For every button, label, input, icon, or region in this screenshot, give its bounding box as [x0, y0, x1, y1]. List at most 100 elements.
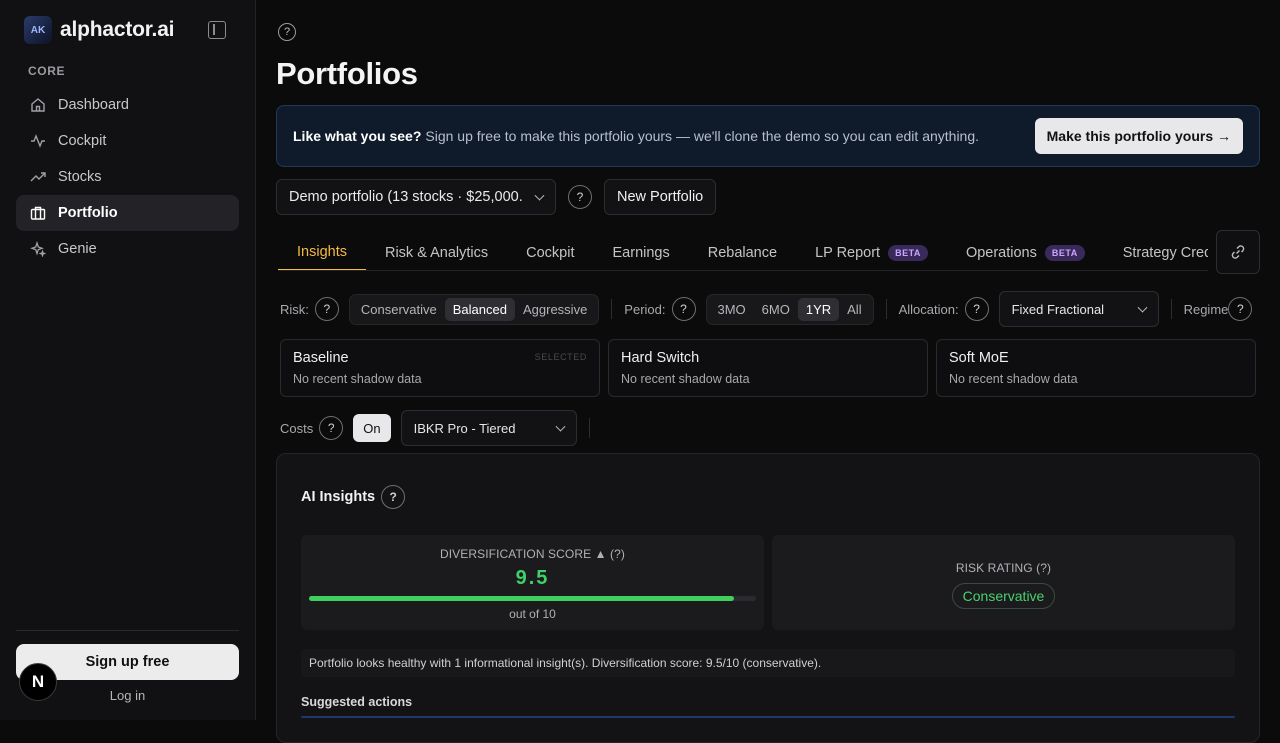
chevron-down-icon [534, 190, 545, 201]
period-option-1yr[interactable]: 1YR [797, 297, 840, 321]
ai-insights-panel: AI Insights ? DIVERSIFICATION SCORE ▲ (?… [276, 453, 1260, 743]
brand[interactable]: AK alphactor.ai [24, 16, 175, 44]
risk-rating-badge: Conservative [951, 583, 1056, 609]
sidebar: AK alphactor.ai CORE Dashboard Cockpit S… [0, 0, 256, 720]
sidebar-divider [16, 630, 239, 631]
portfolio-select[interactable]: Demo portfolio (13 stocks · $25,000. [276, 179, 556, 215]
regime-help-icon[interactable]: ? [1228, 297, 1253, 321]
portfolio-help-icon[interactable]: ? [568, 185, 592, 209]
divider [611, 299, 613, 319]
broker-select[interactable]: IBKR Pro - Tiered [400, 410, 577, 446]
insights-summary: Portfolio looks healthy with 1 informati… [301, 649, 1235, 677]
ai-insights-title: AI Insights [301, 489, 376, 505]
costs-help-icon[interactable]: ? [319, 416, 344, 440]
signup-banner: Like what you see? Sign up free to make … [276, 105, 1260, 167]
home-icon [30, 97, 46, 113]
diversification-score-value: 9.5 [515, 567, 550, 589]
sidebar-item-label: Stocks [58, 169, 102, 185]
main-content: ? Portfolios Like what you see? Sign up … [256, 0, 1280, 743]
period-option-6mo[interactable]: 6MO [754, 298, 798, 321]
copy-link-button[interactable] [1216, 230, 1260, 274]
strategy-card-baseline[interactable]: Baseline No recent shadow data SELECTED [280, 339, 600, 397]
sidebar-item-cockpit[interactable]: Cockpit [16, 123, 239, 159]
period-option-3mo[interactable]: 3MO [710, 298, 754, 321]
strategy-card-hard-switch[interactable]: Hard Switch No recent shadow data [608, 339, 928, 397]
insights-help-icon[interactable]: ? [381, 485, 406, 509]
risk-rating-label: RISK RATING (?) [955, 561, 1052, 575]
tab-label: Cockpit [526, 245, 575, 261]
trending-up-icon [30, 169, 46, 185]
sidebar-item-genie[interactable]: Genie [16, 231, 239, 267]
risk-segmented-control: Conservative Balanced Aggressive [348, 293, 600, 325]
card-subtitle: No recent shadow data [949, 372, 1078, 386]
suggested-actions-heading: Suggested actions [301, 695, 413, 709]
suggested-actions-divider [301, 716, 1235, 718]
chevron-down-icon [1137, 302, 1148, 313]
tab-earnings[interactable]: Earnings [594, 235, 689, 270]
risk-label: Risk: [280, 301, 309, 317]
divider [1170, 299, 1172, 319]
sidebar-item-label: Dashboard [58, 97, 129, 113]
tab-label: Risk & Analytics [384, 245, 489, 261]
diversification-score-label: DIVERSIFICATION SCORE ▲ (?) [439, 547, 626, 561]
sparkles-icon [30, 241, 46, 257]
new-portfolio-button[interactable]: New Portfolio [604, 179, 717, 215]
banner-text: Sign up free to make this portfolio your… [425, 128, 980, 144]
beta-badge: BETA [1044, 245, 1085, 261]
tab-operations[interactable]: Operations BETA [947, 235, 1104, 270]
tab-rebalance[interactable]: Rebalance [689, 235, 796, 270]
tab-risk-analytics[interactable]: Risk & Analytics [366, 235, 507, 270]
period-option-all[interactable]: All [839, 298, 869, 321]
controls-bar: Risk: ? Conservative Balanced Aggressive… [280, 291, 1260, 327]
risk-option-aggressive[interactable]: Aggressive [515, 298, 595, 321]
sidebar-item-label: Portfolio [58, 205, 118, 221]
selected-tag: SELECTED [534, 352, 587, 362]
help-icon[interactable]: ? [278, 23, 296, 41]
collapse-sidebar-icon[interactable] [208, 21, 226, 39]
tab-label: Insights [297, 244, 347, 260]
period-label: Period: [624, 301, 666, 317]
sidebar-item-portfolio[interactable]: Portfolio [16, 195, 239, 231]
risk-rating-card: RISK RATING (?) Conservative [772, 535, 1235, 630]
allocation-help-icon[interactable]: ? [964, 297, 989, 321]
period-segmented-control: 3MO 6MO 1YR All [705, 293, 874, 325]
tab-label: Operations [965, 245, 1037, 261]
risk-help-icon[interactable]: ? [314, 297, 339, 321]
tab-label: Strategy Credi [1122, 245, 1208, 261]
card-title: Soft MoE [949, 350, 1009, 366]
brand-name: alphactor.ai [60, 18, 175, 41]
broker-select-value: IBKR Pro - Tiered [413, 420, 516, 436]
strategy-card-soft-moe[interactable]: Soft MoE No recent shadow data [936, 339, 1256, 397]
risk-option-balanced[interactable]: Balanced [444, 297, 515, 321]
sidebar-item-stocks[interactable]: Stocks [16, 159, 239, 195]
diversification-score-bar-fill [309, 596, 734, 601]
nextjs-badge[interactable]: N [19, 663, 57, 701]
tab-strategy-credit[interactable]: Strategy Credi [1104, 235, 1208, 270]
diversification-score-bar [309, 596, 756, 601]
tab-label: LP Report [815, 245, 881, 261]
sidebar-item-label: Cockpit [58, 133, 107, 149]
tab-insights[interactable]: Insights [278, 235, 366, 270]
tab-cockpit[interactable]: Cockpit [507, 235, 593, 270]
regime-label: Regime [1183, 301, 1229, 317]
page-title: Portfolios [276, 56, 418, 91]
tab-lp-report[interactable]: LP Report BETA [796, 235, 947, 270]
costs-bar: Costs ? On IBKR Pro - Tiered [280, 410, 602, 446]
allocation-select-value: Fixed Fractional [1011, 301, 1105, 317]
period-help-icon[interactable]: ? [671, 297, 696, 321]
sidebar-item-dashboard[interactable]: Dashboard [16, 87, 239, 123]
costs-toggle[interactable]: On [353, 414, 391, 442]
briefcase-icon [30, 205, 46, 221]
activity-icon [30, 133, 46, 149]
allocation-label: Allocation: [898, 301, 959, 317]
section-label-core: CORE [28, 64, 66, 78]
allocation-select[interactable]: Fixed Fractional [998, 291, 1159, 327]
card-title: Hard Switch [621, 350, 700, 366]
brand-logo: AK [24, 16, 52, 44]
make-portfolio-yours-button[interactable]: Make this portfolio yours → [1034, 118, 1243, 154]
card-subtitle: No recent shadow data [621, 372, 750, 386]
risk-option-conservative[interactable]: Conservative [353, 298, 445, 321]
sidebar-nav: Dashboard Cockpit Stocks Portfolio Genie [16, 87, 239, 267]
divider [885, 299, 887, 319]
card-subtitle: No recent shadow data [293, 372, 422, 386]
